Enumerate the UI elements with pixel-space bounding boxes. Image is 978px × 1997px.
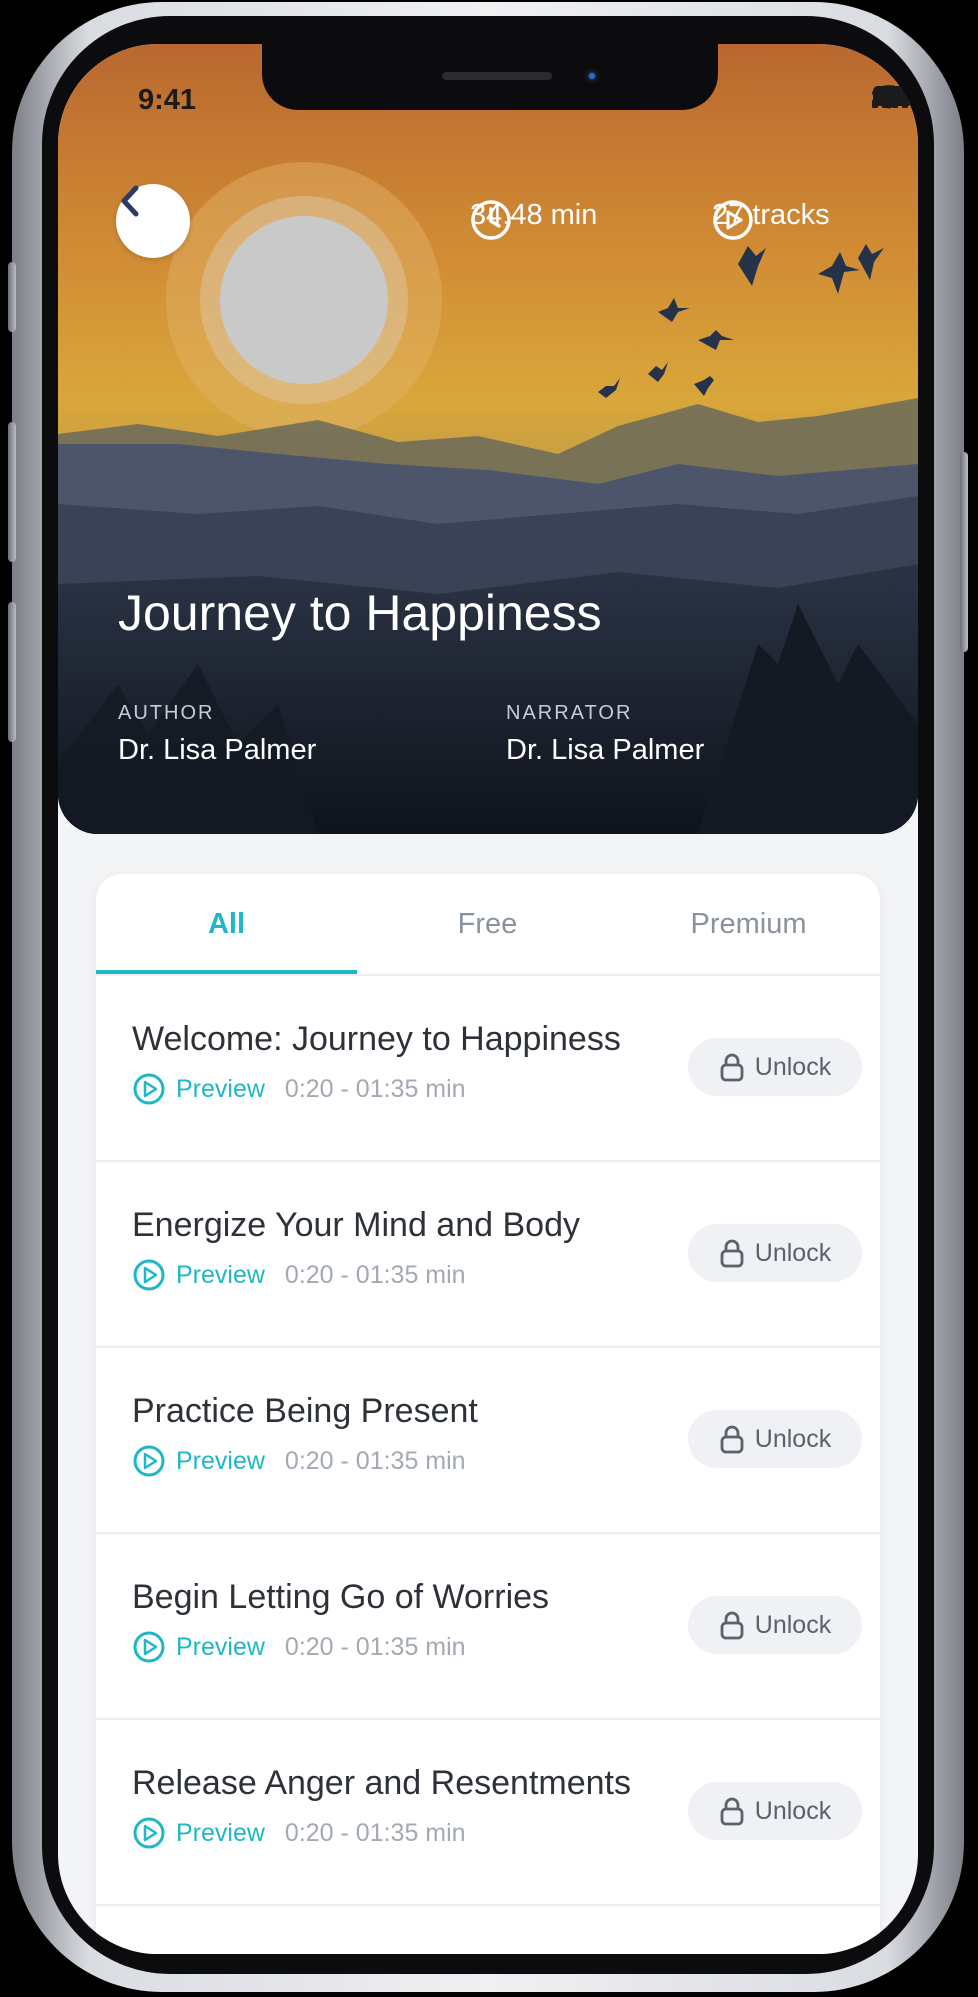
bezel: 9:41 34:48 min 27 tracks Journey to Happ… bbox=[42, 16, 934, 1974]
preview-link[interactable]: Preview bbox=[176, 1075, 265, 1104]
clock-icon bbox=[471, 200, 511, 240]
play-circle-icon[interactable] bbox=[132, 1444, 166, 1478]
track-row[interactable]: Welcome: Journey to Happiness Preview 0:… bbox=[96, 976, 880, 1162]
track-row-partial[interactable] bbox=[96, 1906, 880, 1954]
tracks-meta: 27 tracks bbox=[712, 199, 830, 240]
track-title: Welcome: Journey to Happiness bbox=[132, 1020, 621, 1058]
volume-up-button bbox=[8, 422, 16, 562]
play-circle-icon[interactable] bbox=[132, 1258, 166, 1292]
battery-icon bbox=[873, 86, 918, 106]
preview-range: 0:20 - 01:35 min bbox=[284, 1446, 466, 1475]
earpiece-speaker bbox=[442, 72, 552, 80]
unlock-label: Unlock bbox=[754, 1796, 832, 1825]
status-time: 9:41 bbox=[138, 84, 197, 116]
track-title: Practice Being Present bbox=[132, 1392, 478, 1430]
lock-icon bbox=[720, 1053, 744, 1082]
play-circle-icon[interactable] bbox=[132, 1630, 166, 1664]
preview-link[interactable]: Preview bbox=[176, 1819, 265, 1848]
program-title: Journey to Happiness bbox=[118, 585, 602, 641]
lock-icon bbox=[720, 1797, 744, 1826]
track-row[interactable]: Practice Being Present Preview 0:20 - 01… bbox=[96, 1348, 880, 1534]
lock-icon bbox=[720, 1611, 744, 1640]
active-tab-indicator bbox=[96, 970, 357, 974]
unlock-button[interactable]: Unlock bbox=[688, 1596, 862, 1654]
track-preview-line: Preview 0:20 - 01:35 min bbox=[132, 1258, 466, 1292]
phone-frame: 9:41 34:48 min 27 tracks Journey to Happ… bbox=[8, 2, 968, 1992]
filter-tabs: All Free Premium bbox=[96, 874, 880, 976]
track-preview-line: Preview 0:20 - 01:35 min bbox=[132, 1630, 466, 1664]
play-circle-icon[interactable] bbox=[132, 1072, 166, 1106]
unlock-button[interactable]: Unlock bbox=[688, 1038, 862, 1096]
device-notch bbox=[262, 44, 718, 110]
unlock-label: Unlock bbox=[754, 1052, 832, 1081]
author-name: Dr. Lisa Palmer bbox=[118, 734, 317, 766]
track-row[interactable]: Energize Your Mind and Body Preview 0:20… bbox=[96, 1162, 880, 1348]
screen: 9:41 34:48 min 27 tracks Journey to Happ… bbox=[58, 44, 918, 1954]
play-circle-icon bbox=[713, 200, 753, 240]
power-button bbox=[960, 452, 968, 652]
track-list-card: All Free Premium Welcome: Journey to Hap… bbox=[96, 874, 880, 1954]
tab-free[interactable]: Free bbox=[357, 874, 618, 974]
unlock-label: Unlock bbox=[754, 1424, 832, 1453]
preview-link[interactable]: Preview bbox=[176, 1633, 265, 1662]
unlock-label: Unlock bbox=[754, 1238, 832, 1267]
lock-icon bbox=[720, 1425, 744, 1454]
tab-premium[interactable]: Premium bbox=[618, 874, 879, 974]
track-title: Energize Your Mind and Body bbox=[132, 1206, 580, 1244]
back-chevron-icon bbox=[121, 185, 139, 217]
preview-range: 0:20 - 01:35 min bbox=[284, 1074, 466, 1103]
unlock-button[interactable]: Unlock bbox=[688, 1410, 862, 1468]
narrator-name: Dr. Lisa Palmer bbox=[506, 734, 705, 766]
track-preview-line: Preview 0:20 - 01:35 min bbox=[132, 1072, 466, 1106]
front-camera bbox=[584, 68, 600, 84]
tab-all[interactable]: All bbox=[96, 874, 357, 974]
track-row[interactable]: Begin Letting Go of Worries Preview 0:20… bbox=[96, 1534, 880, 1720]
unlock-label: Unlock bbox=[754, 1610, 832, 1639]
unlock-button[interactable]: Unlock bbox=[688, 1224, 862, 1282]
preview-range: 0:20 - 01:35 min bbox=[284, 1260, 466, 1289]
author-label: AUTHOR bbox=[118, 702, 215, 724]
track-row[interactable]: Release Anger and Resentments Preview 0:… bbox=[96, 1720, 880, 1906]
track-preview-line: Preview 0:20 - 01:35 min bbox=[132, 1816, 466, 1850]
unlock-button[interactable]: Unlock bbox=[688, 1782, 862, 1840]
volume-down-button bbox=[8, 602, 16, 742]
preview-range: 0:20 - 01:35 min bbox=[284, 1632, 466, 1661]
track-title: Release Anger and Resentments bbox=[132, 1764, 631, 1802]
preview-link[interactable]: Preview bbox=[176, 1447, 265, 1476]
preview-range: 0:20 - 01:35 min bbox=[284, 1818, 466, 1847]
narrator-label: NARRATOR bbox=[506, 702, 633, 724]
hero-header: 9:41 34:48 min 27 tracks Journey to Happ… bbox=[58, 44, 918, 834]
track-preview-line: Preview 0:20 - 01:35 min bbox=[132, 1444, 466, 1478]
preview-link[interactable]: Preview bbox=[176, 1261, 265, 1290]
lock-icon bbox=[720, 1239, 744, 1268]
duration-meta: 34:48 min bbox=[470, 199, 597, 240]
play-circle-icon[interactable] bbox=[132, 1816, 166, 1850]
track-title: Begin Letting Go of Worries bbox=[132, 1578, 550, 1616]
mute-switch bbox=[8, 262, 16, 332]
back-button[interactable] bbox=[116, 184, 190, 258]
